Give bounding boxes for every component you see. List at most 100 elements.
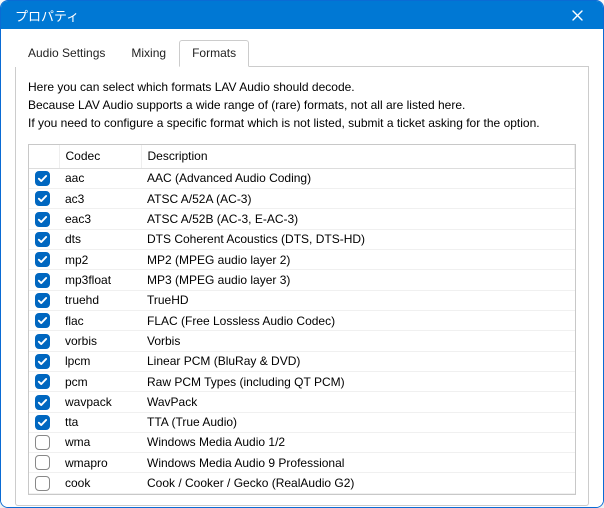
description-cell: ATSC A/52B (AC-3, E-AC-3) [141, 209, 575, 229]
client-area: Audio SettingsMixingFormats Here you can… [1, 29, 603, 508]
codec-cell: mp2 [59, 249, 141, 269]
table-row[interactable]: aacAAC (Advanced Audio Coding) [29, 168, 575, 188]
intro-line: Here you can select which formats LAV Au… [28, 79, 576, 95]
checkbox[interactable] [35, 395, 50, 410]
description-cell: TrueHD [141, 290, 575, 310]
col-header-description[interactable]: Description [141, 145, 575, 169]
tab-panel-formats: Here you can select which formats LAV Au… [15, 67, 589, 506]
description-cell: Windows Media Audio 1/2 [141, 432, 575, 452]
codec-cell: ac3 [59, 188, 141, 208]
table-row[interactable]: mp3floatMP3 (MPEG audio layer 3) [29, 270, 575, 290]
codec-cell: wmapro [59, 453, 141, 473]
row-check-cell [29, 229, 59, 249]
row-check-cell [29, 392, 59, 412]
description-cell: DTS Coherent Acoustics (DTS, DTS-HD) [141, 229, 575, 249]
tab-formats[interactable]: Formats [179, 40, 249, 67]
formats-grid: Codec Description aacAAC (Advanced Audio… [28, 144, 576, 495]
codec-cell: dts [59, 229, 141, 249]
col-header-check[interactable] [29, 145, 59, 169]
codec-cell: mp3float [59, 270, 141, 290]
checkbox[interactable] [35, 354, 50, 369]
row-check-cell [29, 412, 59, 432]
checkbox[interactable] [35, 334, 50, 349]
description-cell: Cook / Cooker / Gecko (RealAudio G2) [141, 473, 575, 493]
table-header-row: Codec Description [29, 145, 575, 169]
row-check-cell [29, 351, 59, 371]
description-cell: MP3 (MPEG audio layer 3) [141, 270, 575, 290]
close-icon [572, 10, 583, 21]
table-row[interactable]: dtsDTS Coherent Acoustics (DTS, DTS-HD) [29, 229, 575, 249]
description-cell: Linear PCM (BluRay & DVD) [141, 351, 575, 371]
table-row[interactable]: ttaTTA (True Audio) [29, 412, 575, 432]
row-check-cell [29, 209, 59, 229]
description-cell: ATSC A/52A (AC-3) [141, 188, 575, 208]
tabstrip: Audio SettingsMixingFormats [15, 39, 589, 67]
col-header-codec[interactable]: Codec [59, 145, 141, 169]
checkbox[interactable] [35, 415, 50, 430]
checkbox[interactable] [35, 232, 50, 247]
row-check-cell [29, 290, 59, 310]
tab-mixing[interactable]: Mixing [118, 40, 179, 67]
checkbox[interactable] [35, 252, 50, 267]
description-cell: Windows Media Audio 9 Professional [141, 453, 575, 473]
codec-cell: cook [59, 473, 141, 493]
table-row[interactable]: pcmRaw PCM Types (including QT PCM) [29, 371, 575, 391]
codec-cell: lpcm [59, 351, 141, 371]
intro-text: Here you can select which formats LAV Au… [28, 79, 576, 134]
codec-cell: eac3 [59, 209, 141, 229]
row-check-cell [29, 453, 59, 473]
description-cell: AAC (Advanced Audio Coding) [141, 168, 575, 188]
checkbox[interactable] [35, 191, 50, 206]
checkbox[interactable] [35, 171, 50, 186]
codec-cell: wma [59, 432, 141, 452]
checkbox[interactable] [35, 313, 50, 328]
codec-cell: tta [59, 412, 141, 432]
codec-cell: flac [59, 310, 141, 330]
tab-audio-settings[interactable]: Audio Settings [15, 40, 118, 67]
properties-dialog: プロパティ Audio SettingsMixingFormats Here y… [0, 0, 604, 508]
close-button[interactable] [563, 1, 591, 29]
row-check-cell [29, 270, 59, 290]
table-row[interactable]: flacFLAC (Free Lossless Audio Codec) [29, 310, 575, 330]
checkbox[interactable] [35, 455, 50, 470]
description-cell: TTA (True Audio) [141, 412, 575, 432]
row-check-cell [29, 371, 59, 391]
intro-line: Because LAV Audio supports a wide range … [28, 97, 576, 113]
description-cell: FLAC (Free Lossless Audio Codec) [141, 310, 575, 330]
checkbox[interactable] [35, 374, 50, 389]
row-check-cell [29, 310, 59, 330]
formats-table: Codec Description aacAAC (Advanced Audio… [29, 145, 575, 494]
table-row[interactable]: wmaproWindows Media Audio 9 Professional [29, 453, 575, 473]
table-row[interactable]: wavpackWavPack [29, 392, 575, 412]
checkbox[interactable] [35, 212, 50, 227]
table-row[interactable]: mp2MP2 (MPEG audio layer 2) [29, 249, 575, 269]
description-cell: Raw PCM Types (including QT PCM) [141, 371, 575, 391]
table-row[interactable]: vorbisVorbis [29, 331, 575, 351]
description-cell: WavPack [141, 392, 575, 412]
codec-cell: aac [59, 168, 141, 188]
codec-cell: vorbis [59, 331, 141, 351]
table-row[interactable]: lpcmLinear PCM (BluRay & DVD) [29, 351, 575, 371]
codec-cell: pcm [59, 371, 141, 391]
row-check-cell [29, 168, 59, 188]
description-cell: Vorbis [141, 331, 575, 351]
checkbox[interactable] [35, 435, 50, 450]
table-row[interactable]: cookCook / Cooker / Gecko (RealAudio G2) [29, 473, 575, 493]
checkbox[interactable] [35, 476, 50, 491]
intro-line: If you need to configure a specific form… [28, 115, 576, 131]
codec-cell: truehd [59, 290, 141, 310]
window-title: プロパティ [15, 6, 79, 25]
row-check-cell [29, 331, 59, 351]
table-row[interactable]: truehdTrueHD [29, 290, 575, 310]
checkbox[interactable] [35, 273, 50, 288]
description-cell: MP2 (MPEG audio layer 2) [141, 249, 575, 269]
checkbox[interactable] [35, 293, 50, 308]
table-row[interactable]: eac3ATSC A/52B (AC-3, E-AC-3) [29, 209, 575, 229]
table-row[interactable]: wmaWindows Media Audio 1/2 [29, 432, 575, 452]
formats-grid-scroll[interactable]: Codec Description aacAAC (Advanced Audio… [29, 145, 575, 494]
row-check-cell [29, 249, 59, 269]
titlebar: プロパティ [1, 1, 603, 29]
table-row[interactable]: ac3ATSC A/52A (AC-3) [29, 188, 575, 208]
row-check-cell [29, 432, 59, 452]
codec-cell: wavpack [59, 392, 141, 412]
